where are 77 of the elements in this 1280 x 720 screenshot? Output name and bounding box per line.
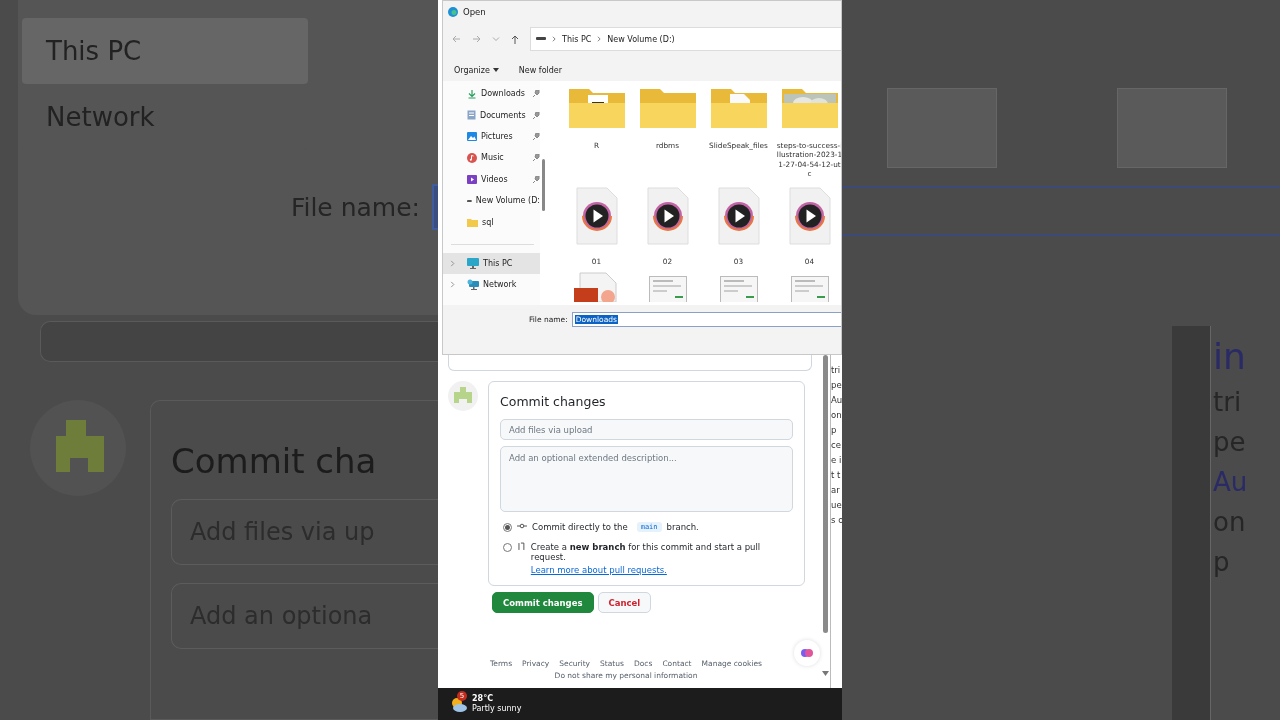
side-page-text: tri xyxy=(831,365,842,375)
document-icon xyxy=(467,110,476,121)
pull-request-icon xyxy=(517,542,526,551)
new-folder-button[interactable]: New folder xyxy=(518,65,563,75)
nav-label: Downloads xyxy=(481,89,526,99)
up-icon[interactable] xyxy=(511,34,519,44)
nav-item[interactable]: Pictures xyxy=(443,125,540,148)
monitor-icon xyxy=(467,257,479,269)
avatar-icon xyxy=(448,381,478,411)
weather-icon xyxy=(450,696,468,712)
address-bar[interactable]: This PC New Volume (D:) xyxy=(530,27,841,51)
side-page-text: pe xyxy=(831,380,842,390)
window-title: Open xyxy=(463,7,486,17)
option-text: Create a new branch for this commit and start a pull request. xyxy=(530,542,762,562)
music-icon xyxy=(467,152,477,163)
radio-button[interactable] xyxy=(503,523,512,532)
caret-icon xyxy=(492,68,499,72)
chevron-right-icon xyxy=(551,36,557,42)
nav-item[interactable]: Music xyxy=(443,147,540,169)
nav-label: Documents xyxy=(480,110,527,120)
nav-label: sql xyxy=(482,217,495,227)
nav-item[interactable]: sql xyxy=(443,211,540,233)
nav-label: This PC xyxy=(483,258,513,268)
video-file-icon xyxy=(574,186,619,245)
browser-logo-icon xyxy=(448,7,458,17)
nav-item[interactable]: Documents xyxy=(443,104,540,126)
side-page-text: t t xyxy=(831,470,842,480)
side-page-text: s o xyxy=(831,515,842,525)
nav-item[interactable]: Videos xyxy=(443,168,540,190)
videos-icon xyxy=(467,174,477,184)
nav-label: Music xyxy=(481,153,505,163)
assistant-button[interactable] xyxy=(794,640,820,666)
chevron-right-icon xyxy=(449,259,456,267)
folder-icon xyxy=(467,217,478,227)
side-page-text: on xyxy=(831,410,842,420)
nav-label: New Volume (D: xyxy=(475,196,540,206)
pictures-icon xyxy=(467,131,477,141)
drive-icon xyxy=(536,37,546,41)
nav-item[interactable]: New Volume (D: xyxy=(443,189,540,212)
video-file-icon xyxy=(716,186,761,245)
side-page-text: ar xyxy=(831,485,841,495)
option-text: branch. xyxy=(666,522,699,532)
side-page-text: ce xyxy=(831,440,842,450)
scrollbar-thumb[interactable] xyxy=(822,355,828,633)
side-page-text: Au xyxy=(831,395,842,405)
scrollbar xyxy=(542,159,545,211)
chevron-right-icon xyxy=(449,281,456,289)
video-file-icon xyxy=(645,186,690,245)
commit-summary-field[interactable]: Add files via upload xyxy=(500,419,793,440)
commit-button[interactable]: Commit changes xyxy=(492,592,594,613)
download-icon xyxy=(467,88,477,99)
breadcrumb-item[interactable]: New Volume (D:) xyxy=(607,34,675,44)
nav-item[interactable]: This PC xyxy=(443,252,540,275)
commit-icon xyxy=(517,522,527,530)
commit-description-field[interactable]: Add an optional extended description... xyxy=(500,446,793,512)
cancel-button[interactable]: Cancel xyxy=(597,592,652,613)
breadcrumb-item[interactable]: This PC xyxy=(562,34,592,44)
organize-button[interactable]: Organize xyxy=(454,65,499,75)
weather-condition: Partly sunny xyxy=(472,704,522,715)
network-icon xyxy=(467,279,479,291)
side-page-text: ue xyxy=(831,500,842,510)
avatar-icon xyxy=(30,400,126,496)
side-page-text: p xyxy=(831,425,838,435)
nav-label: Network xyxy=(483,280,517,290)
nav-label: Pictures xyxy=(481,131,514,141)
commit-title: Commit changes xyxy=(500,394,607,409)
learn-more-link[interactable]: Learn more about pull requests. xyxy=(530,565,793,575)
scroll-down-icon[interactable] xyxy=(821,671,829,676)
temperature: 28°C xyxy=(472,693,494,704)
chevron-right-icon xyxy=(596,36,603,42)
side-page-text: e i xyxy=(831,455,842,465)
option-text: Commit directly to the xyxy=(532,522,628,532)
nav-item[interactable]: Downloads xyxy=(443,83,540,105)
nav-item[interactable]: Network xyxy=(443,274,540,296)
nav-label: Videos xyxy=(481,174,509,184)
chevron-down-icon xyxy=(492,35,500,43)
video-file-icon xyxy=(787,186,832,245)
